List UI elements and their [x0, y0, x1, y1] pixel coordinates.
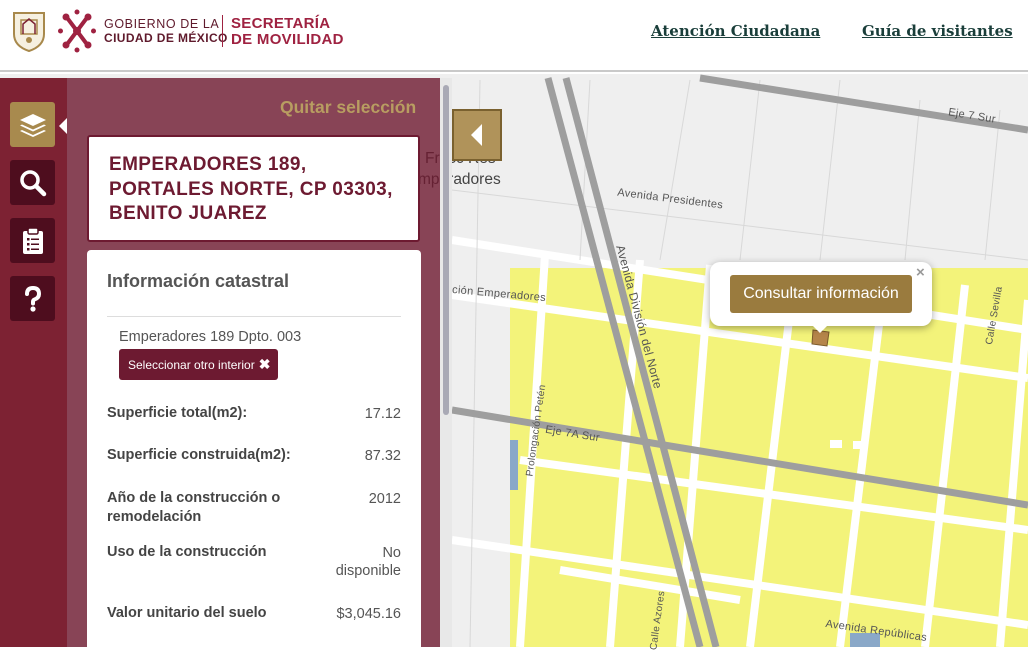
address-line-1: EMPERADORES 189,	[109, 154, 307, 175]
nav-atencion-ciudadana[interactable]: Atención Ciudadana	[651, 22, 820, 40]
layers-icon	[19, 113, 46, 137]
clear-selection-link[interactable]: Quitar selección	[280, 97, 416, 118]
tool-sidebar	[0, 78, 67, 647]
clipboard-icon	[22, 226, 43, 254]
map-popup-tip	[810, 323, 830, 333]
caret-left-icon	[471, 124, 482, 146]
layers-button[interactable]	[10, 102, 55, 147]
clipboard-button[interactable]	[10, 218, 55, 263]
row-value-valor-unitario: $3,045.16	[336, 606, 401, 622]
row-value-uso-construccion: No disponible	[335, 545, 401, 579]
select-other-interior-button[interactable]: Seleccionar otro interior ✖	[119, 349, 279, 380]
row-value-superficie-construida: 87.32	[364, 448, 401, 464]
secretaria-wordmark: SECRETARÍA DE MOVILIDAD	[231, 16, 344, 48]
address-line-3: BENITO JUAREZ	[109, 203, 267, 224]
cadastral-info-card: Información catastral Emperadores 189 Dp…	[87, 250, 421, 647]
gobierno-wordmark: GOBIERNO DE LA CIUDAD DE MÉXICO	[104, 17, 228, 45]
active-tool-pointer	[59, 118, 67, 134]
unit-label: Emperadores 189 Dpto. 003	[119, 329, 302, 345]
cadastral-info-title: Información catastral	[107, 271, 290, 291]
row-label-valor-unitario: Valor unitario del suelo	[107, 605, 267, 621]
help-icon	[24, 285, 41, 312]
header-divider	[222, 15, 223, 47]
close-icon: ✖	[258, 356, 271, 372]
row-value-anio-construccion: 2012	[368, 491, 401, 507]
row-label-anio-construccion: Año de la construcción o remodelación	[107, 490, 281, 525]
gobierno-line2: CIUDAD DE MÉXICO	[104, 31, 228, 45]
panel-scrollbar-thumb[interactable]	[443, 85, 449, 415]
cdmx-shield-icon	[13, 12, 45, 52]
row-label-superficie-total: Superficie total(m2):	[107, 405, 248, 421]
address-line-2: PORTALES NORTE, CP 03303,	[109, 178, 393, 200]
popup-close-icon[interactable]: ×	[916, 264, 925, 281]
divider	[107, 316, 401, 317]
help-button[interactable]	[10, 276, 55, 321]
nav-guia-visitantes[interactable]: Guía de visitantes	[862, 22, 1013, 40]
collapse-panel-button[interactable]	[452, 109, 502, 161]
secretaria-line2: DE MOVILIDAD	[231, 31, 344, 48]
row-label-superficie-construida: Superficie construida(m2):	[107, 447, 291, 463]
cdmx-logo-icon	[58, 9, 96, 53]
row-label-uso-construccion: Uso de la construcción	[107, 544, 267, 560]
gobierno-line1: GOBIERNO DE LA	[104, 17, 220, 31]
search-button[interactable]	[10, 160, 55, 205]
consult-info-button[interactable]: Consultar información	[730, 275, 912, 313]
secretaria-line1: SECRETARÍA	[231, 15, 331, 32]
select-other-interior-label: Seleccionar otro interior	[128, 357, 255, 372]
address-card: EMPERADORES 189, PORTALES NORTE, CP 0330…	[87, 135, 420, 242]
row-value-superficie-total: 17.12	[364, 406, 401, 422]
app-header: GOBIERNO DE LA CIUDAD DE MÉXICO SECRETAR…	[0, 0, 1028, 72]
search-icon	[19, 169, 46, 196]
